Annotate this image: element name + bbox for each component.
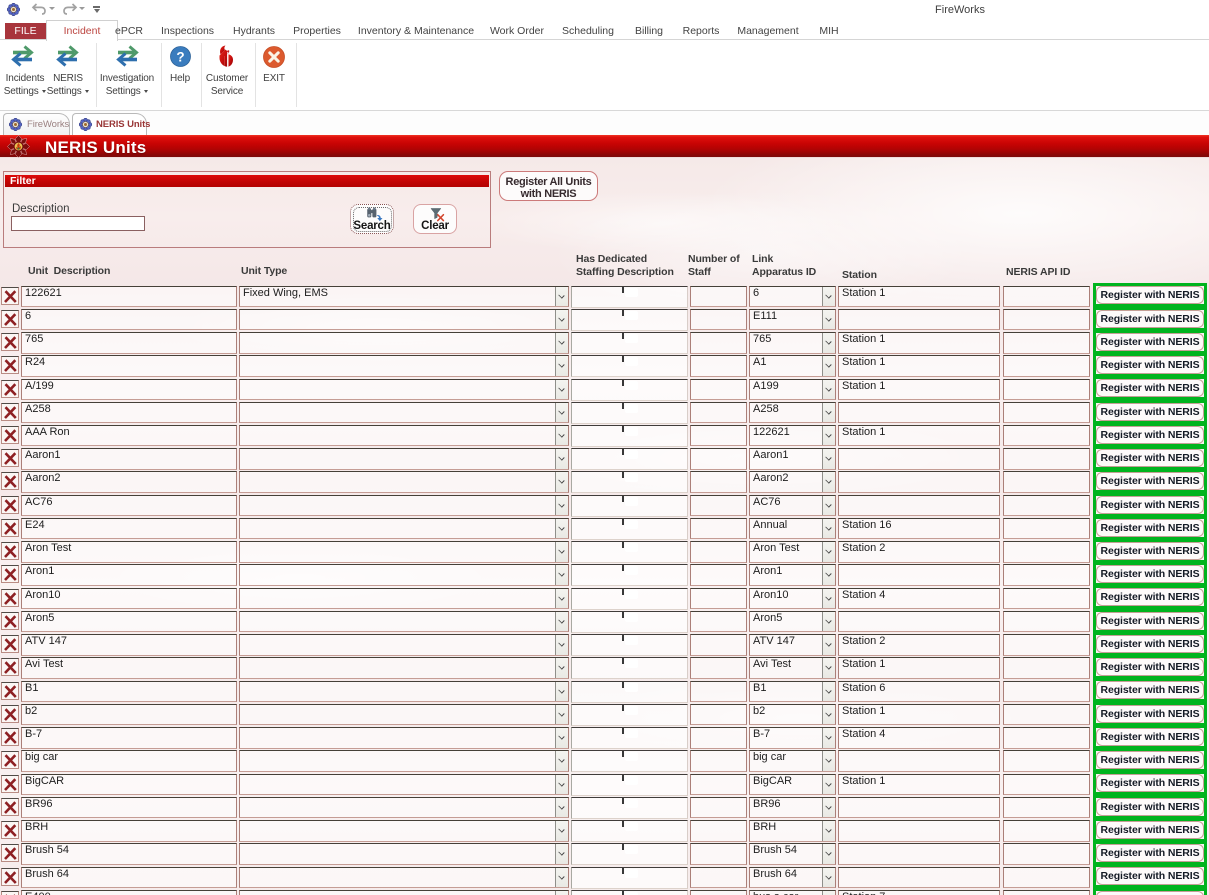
svg-text:?: ?	[176, 49, 184, 64]
